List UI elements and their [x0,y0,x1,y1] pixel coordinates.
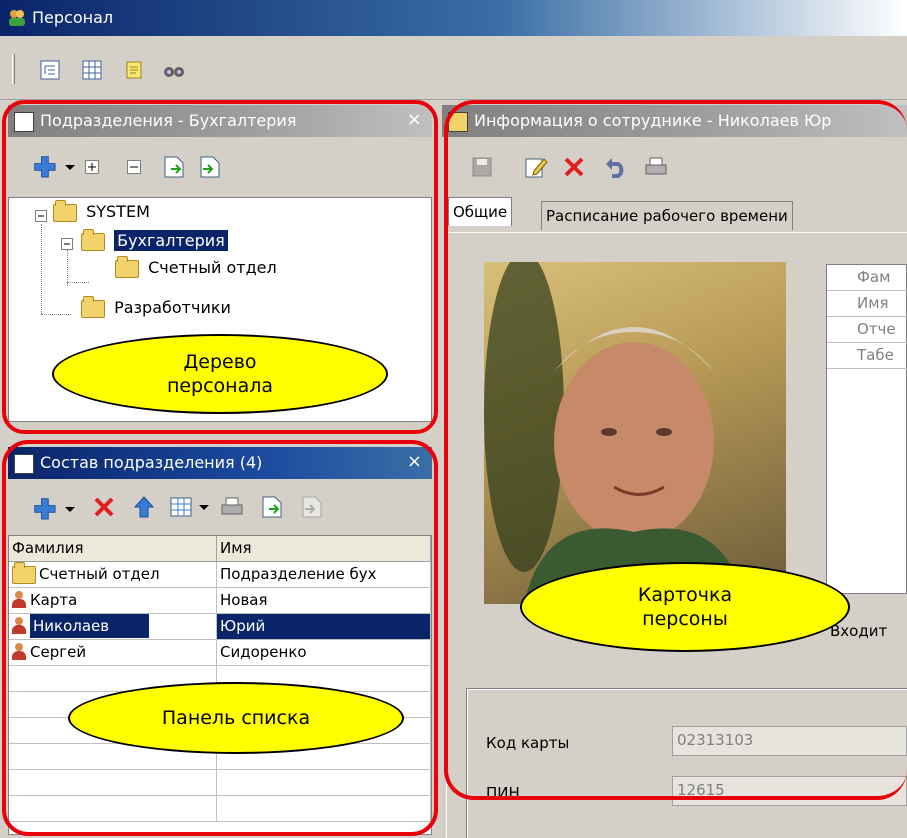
highlight-list-panel [2,440,438,836]
callout-card: Карточка персоны [520,562,850,652]
main-toolbar [0,36,907,100]
tab-general[interactable]: Общие [448,197,513,226]
table-view-icon[interactable] [78,56,106,84]
callout-tree: Дерево персонала [52,334,388,414]
app-title: Персонал [32,8,114,27]
people-icon [8,9,26,27]
app-titlebar: Персонал [0,0,907,36]
tree-view-icon[interactable] [36,56,64,84]
binoculars-icon[interactable] [160,56,188,84]
notes-icon[interactable] [120,56,148,84]
callout-list: Панель списка [68,682,404,754]
highlight-info-panel [444,100,907,800]
